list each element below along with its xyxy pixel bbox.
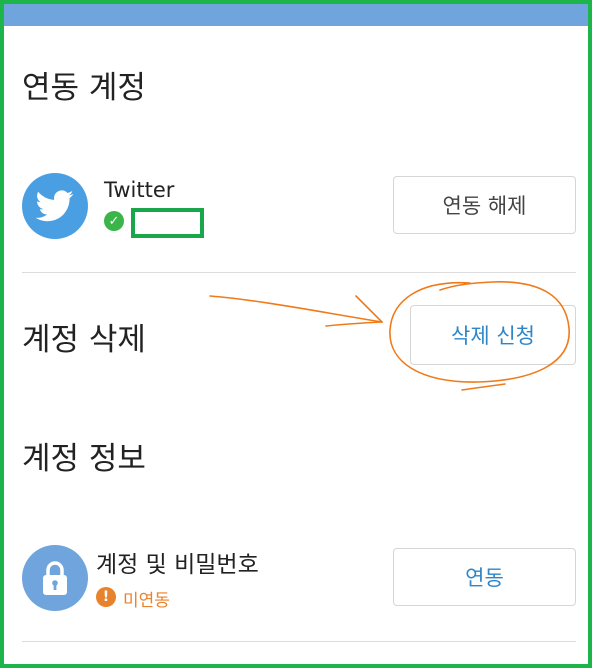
link-account-button[interactable]: 연동 <box>393 548 576 606</box>
unlinked-status-text: 미연동 <box>123 591 170 611</box>
section-title-linked-accounts: 연동 계정 <box>22 70 146 106</box>
exclamation-circle-icon: ! <box>96 587 116 607</box>
twitter-avatar <box>22 173 88 239</box>
check-circle-icon: ✓ <box>104 211 124 231</box>
unlink-twitter-button[interactable]: 연동 해제 <box>393 176 576 234</box>
lock-avatar <box>22 545 88 611</box>
account-password-label: 계정 및 비밀번호 <box>96 552 259 578</box>
redacted-account-name <box>131 208 204 238</box>
lock-icon <box>43 561 67 595</box>
section-title-delete-account: 계정 삭제 <box>22 322 146 358</box>
divider <box>22 641 576 642</box>
divider <box>22 272 576 273</box>
twitter-bird-icon <box>36 190 74 222</box>
top-bar <box>4 4 588 26</box>
twitter-label: Twitter <box>104 178 175 202</box>
section-title-account-info: 계정 정보 <box>22 441 146 477</box>
request-deletion-button[interactable]: 삭제 신청 <box>410 305 576 365</box>
